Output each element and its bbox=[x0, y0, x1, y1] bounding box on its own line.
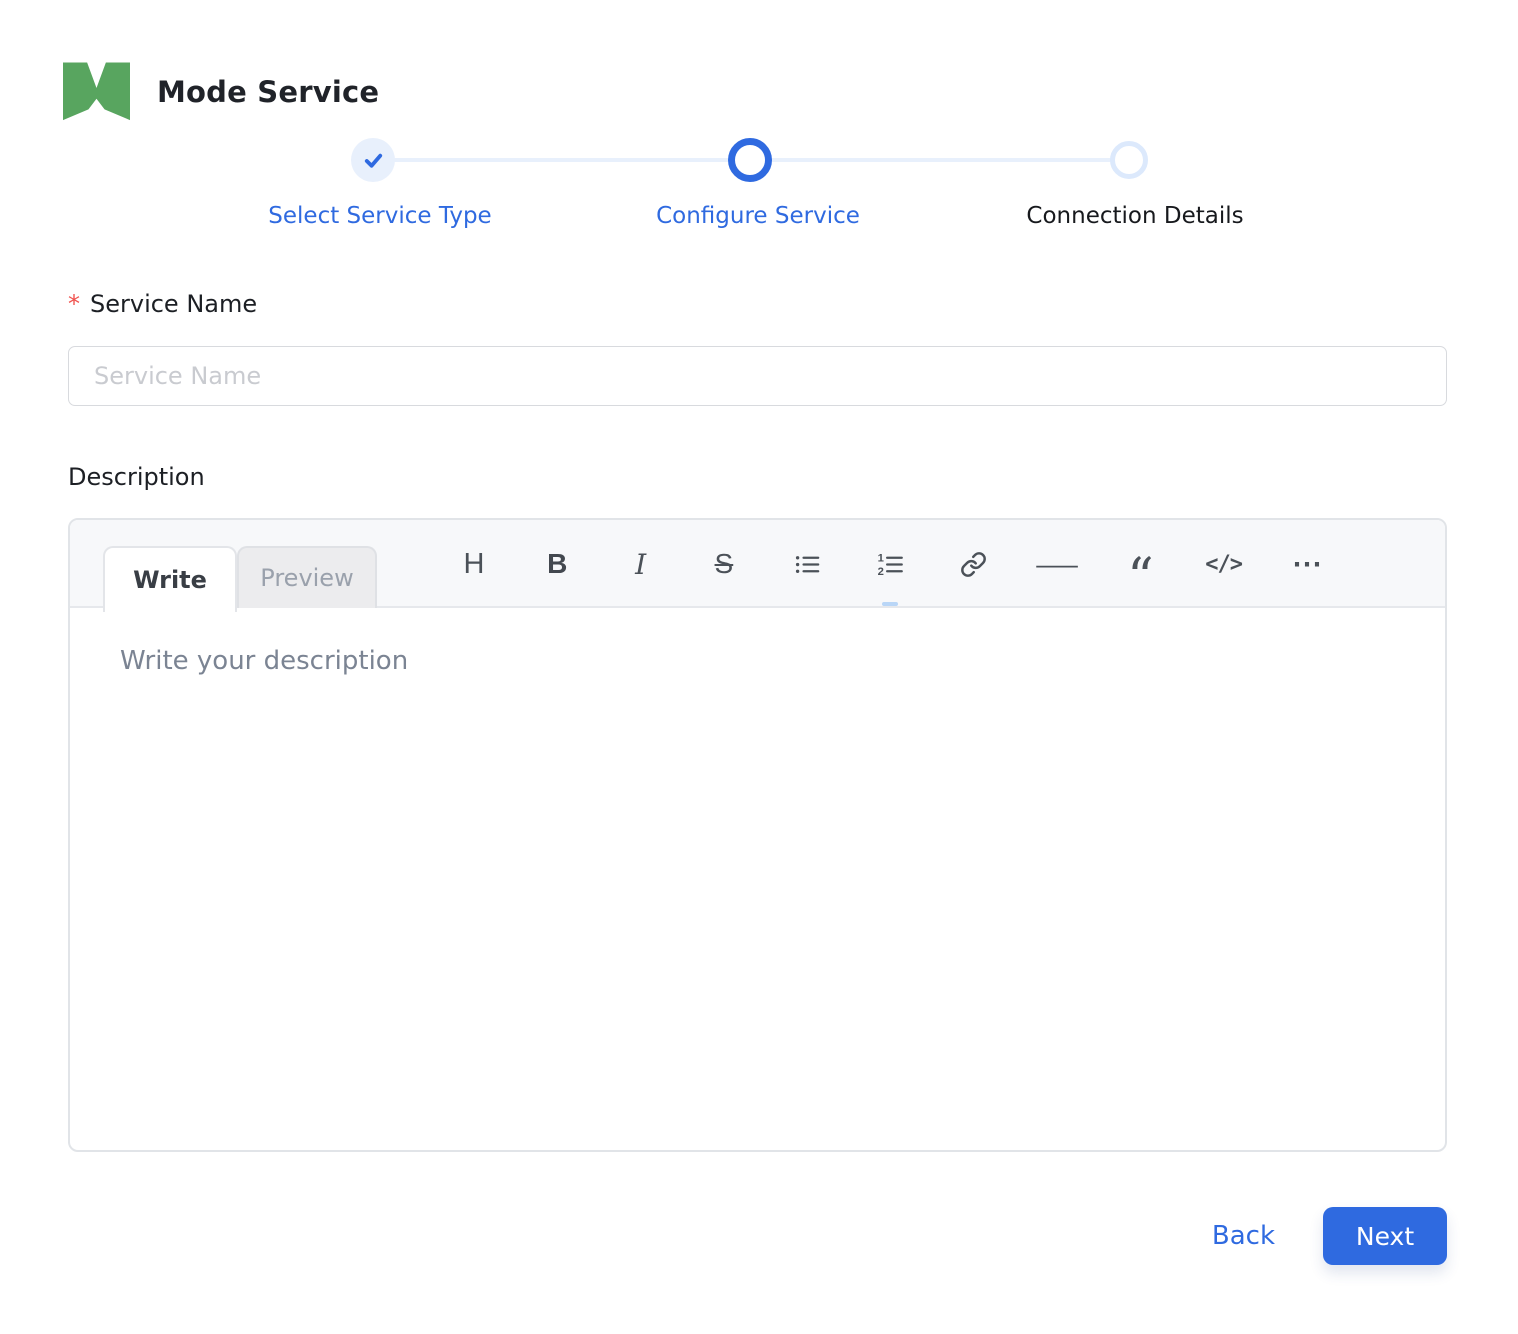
step-label-connection-details[interactable]: Connection Details bbox=[1026, 203, 1243, 229]
bold-button[interactable]: B bbox=[537, 542, 577, 586]
heading-icon: H bbox=[463, 547, 485, 580]
editor-content bbox=[70, 608, 1445, 1150]
description-label: Description bbox=[68, 463, 205, 491]
strikethrough-button[interactable]: S bbox=[704, 542, 744, 586]
heading-button[interactable]: H bbox=[454, 542, 494, 586]
required-asterisk: * bbox=[68, 290, 80, 318]
editor-tabs: Write Preview bbox=[103, 546, 377, 612]
stepper-connector-1 bbox=[393, 158, 730, 162]
bold-icon: B bbox=[547, 548, 568, 579]
italic-button[interactable]: I bbox=[621, 542, 661, 586]
quote-button[interactable]: “ bbox=[1120, 542, 1160, 604]
step-label-configure-service[interactable]: Configure Service bbox=[656, 203, 860, 229]
next-button[interactable]: Next bbox=[1323, 1207, 1447, 1265]
step-circle-active[interactable] bbox=[728, 138, 772, 182]
description-editor: Write Preview H B I S 1 2— “</> ⋯ bbox=[68, 518, 1447, 1152]
link-button[interactable] bbox=[954, 542, 994, 586]
back-button[interactable]: Back bbox=[1212, 1221, 1275, 1251]
horizontal-rule-button[interactable]: — bbox=[1036, 542, 1078, 586]
check-icon bbox=[364, 153, 382, 168]
stepper-connector-2 bbox=[770, 158, 1112, 162]
footer-actions: Back Next bbox=[1212, 1207, 1447, 1265]
ordered-list-button[interactable]: 12 bbox=[870, 542, 910, 586]
ordered-list-active-indicator bbox=[882, 602, 898, 606]
code-button[interactable]: </> bbox=[1204, 542, 1244, 586]
code-icon: </> bbox=[1205, 551, 1243, 577]
unordered-list-icon bbox=[794, 551, 821, 578]
italic-icon: I bbox=[635, 547, 647, 581]
ordered-list-icon: 12 bbox=[877, 551, 904, 578]
step-circle-completed[interactable] bbox=[351, 138, 395, 182]
service-name-label: * Service Name bbox=[68, 290, 257, 318]
horizontal-rule-icon: — bbox=[1036, 548, 1078, 579]
svg-text:1: 1 bbox=[878, 552, 884, 564]
unordered-list-button[interactable] bbox=[787, 542, 827, 586]
tab-preview[interactable]: Preview bbox=[237, 546, 377, 608]
more-button[interactable]: ⋯ bbox=[1287, 542, 1327, 586]
header: Mode Service bbox=[63, 60, 379, 124]
step-circle-upcoming[interactable] bbox=[1110, 141, 1148, 179]
description-textarea[interactable] bbox=[70, 608, 1445, 1150]
page-title: Mode Service bbox=[157, 75, 380, 109]
service-name-input[interactable] bbox=[68, 346, 1447, 406]
tab-write[interactable]: Write bbox=[103, 546, 237, 612]
mode-logo-icon bbox=[63, 62, 130, 121]
wizard-page: Mode Service Select Service Type Configu… bbox=[0, 0, 1518, 1334]
editor-toolbar: Write Preview H B I S 1 2— “</> ⋯ bbox=[70, 520, 1445, 612]
editor-toolbar-icons: H B I S 1 2— “</> ⋯ bbox=[454, 520, 1327, 608]
more-icon: ⋯ bbox=[1291, 547, 1322, 581]
svg-text:2: 2 bbox=[878, 566, 884, 578]
strikethrough-icon: S bbox=[714, 548, 734, 579]
link-icon bbox=[960, 551, 987, 578]
service-name-label-text: Service Name bbox=[90, 290, 258, 318]
step-label-select-service-type[interactable]: Select Service Type bbox=[268, 203, 491, 229]
